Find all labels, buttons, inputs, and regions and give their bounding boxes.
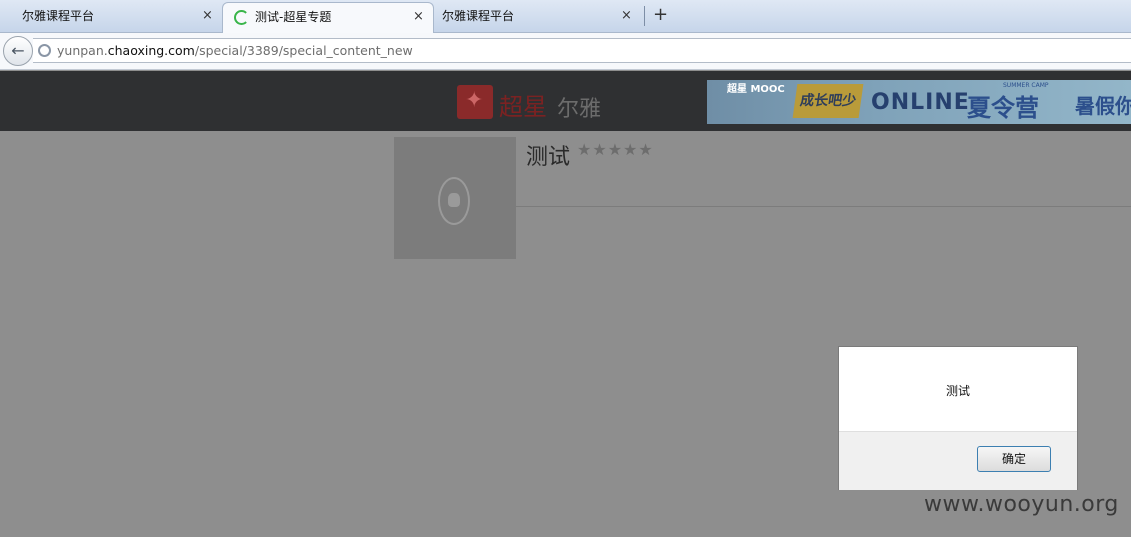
tab-label: 尔雅课程平台 [22, 9, 95, 23]
logo-text: 超星 [499, 93, 547, 121]
tab-separator [644, 6, 645, 26]
tab-close-icon[interactable]: × [202, 2, 213, 30]
banner-online-label: ONLINE [871, 90, 970, 115]
url-text: yunpan.chaoxing.com/special/3389/special… [57, 43, 413, 58]
logo-subtext: 尔雅 [557, 97, 602, 122]
topic-thumbnail [394, 137, 516, 259]
banner-summer-label: 夏令营 [967, 94, 1039, 122]
tab-close-icon[interactable]: × [413, 3, 424, 31]
logo-star-icon: ✦ [457, 85, 493, 119]
rating-stars-icon: ★★★★★ [577, 140, 654, 159]
globe-icon [38, 44, 51, 57]
placeholder-image-icon [438, 177, 470, 225]
tab-erya-course-platform[interactable]: 尔雅课程平台 × [0, 2, 222, 33]
tab-close-icon[interactable]: × [621, 2, 632, 30]
banner-mooc-label: 超星 MOOC [727, 84, 785, 95]
tab-label: 测试-超星专题 [255, 10, 332, 24]
alert-message: 测试 [945, 384, 970, 398]
title-divider [516, 206, 1131, 207]
address-bar[interactable]: yunpan.chaoxing.com/special/3389/special… [33, 38, 1131, 63]
summer-camp-banner[interactable]: 超星 MOOC 成长吧少年 ONLINE SUMMER CAMP 夏令营 暑假你 [707, 80, 1131, 124]
watermark: www.wooyun.org [924, 492, 1119, 517]
tab-label: 尔雅课程平台 [442, 9, 515, 23]
new-tab-button[interactable]: + [653, 2, 668, 28]
page-title: 测试 [526, 145, 571, 170]
ok-button[interactable]: 确定 [977, 446, 1051, 472]
banner-young-label: 成长吧少年 [792, 84, 864, 118]
banner-holiday-label: 暑假你 [1075, 94, 1131, 118]
back-button[interactable]: ← [3, 36, 33, 66]
alert-dialog: 测试 确定 [838, 346, 1078, 490]
tab-test-special[interactable]: 测试-超星专题 × [222, 2, 434, 33]
tab-erya-course-platform-2[interactable]: 尔雅课程平台 × [434, 2, 644, 33]
loading-spinner-icon [234, 10, 249, 25]
navigation-bar: ← yunpan.chaoxing.com/special/3389/speci… [0, 33, 1131, 70]
alert-footer: 确定 [839, 431, 1077, 490]
browser-tab-strip: 尔雅课程平台 × 测试-超星专题 × 尔雅课程平台 × + [0, 0, 1131, 33]
